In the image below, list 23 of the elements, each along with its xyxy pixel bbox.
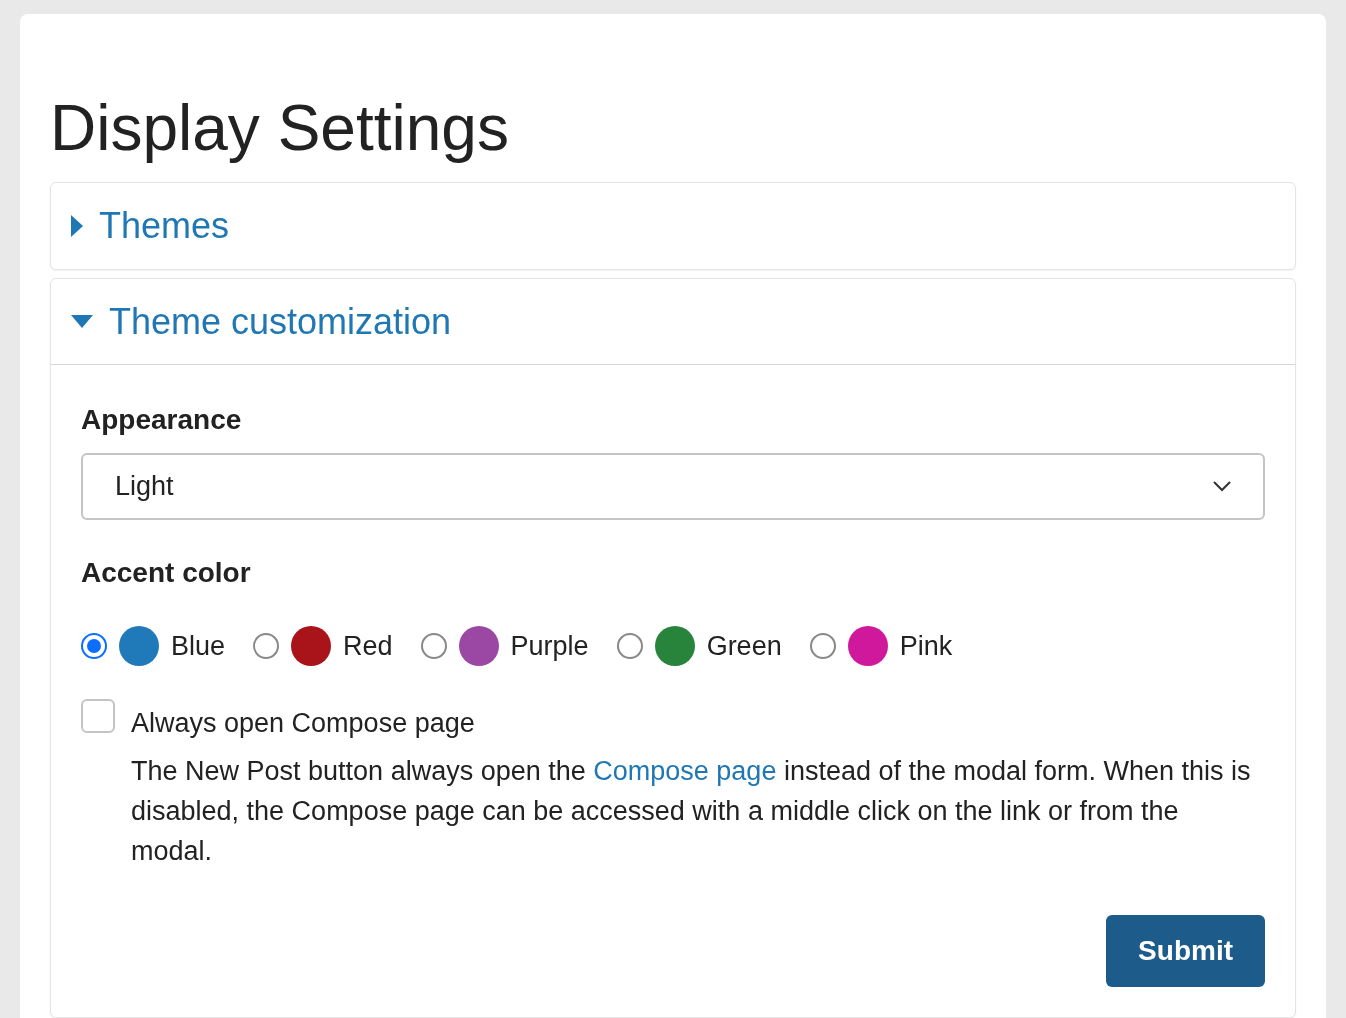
- radio-label: Red: [343, 630, 393, 663]
- checkbox[interactable]: [81, 698, 115, 733]
- help-text: The New Post button always open the Compose page instead of the modal form. When this is disabled, the Compose page can be accessed with a middle click on the link or from the modal.: [131, 755, 1252, 868]
- field-label: Accent color: [81, 556, 252, 590]
- radio-button[interactable]: [81, 633, 107, 660]
- accordion-header[interactable]: Themes: [51, 183, 1295, 269]
- submit-button[interactable]: Submit: [1106, 915, 1265, 987]
- radio-button[interactable]: [420, 633, 447, 660]
- radio-label: Blue: [171, 630, 226, 663]
- chevron-down-icon: [1213, 481, 1231, 492]
- radio-label: Pink: [899, 630, 953, 663]
- appearance-select[interactable]: Light: [81, 453, 1265, 520]
- field-label: Appearance: [81, 403, 243, 437]
- caret-right-icon: [71, 215, 83, 237]
- radio-button[interactable]: [253, 633, 280, 660]
- accordion-header[interactable]: Theme customization: [51, 279, 1295, 365]
- radio-label: Green: [706, 630, 782, 663]
- radio-label: Purple: [510, 630, 589, 663]
- compose-page-link[interactable]: Compose page: [593, 756, 777, 786]
- radio-button[interactable]: [809, 633, 836, 660]
- radio-button[interactable]: [616, 633, 643, 660]
- caret-down-icon: [71, 314, 93, 329]
- checkbox-label: Always open Compose page: [131, 706, 476, 740]
